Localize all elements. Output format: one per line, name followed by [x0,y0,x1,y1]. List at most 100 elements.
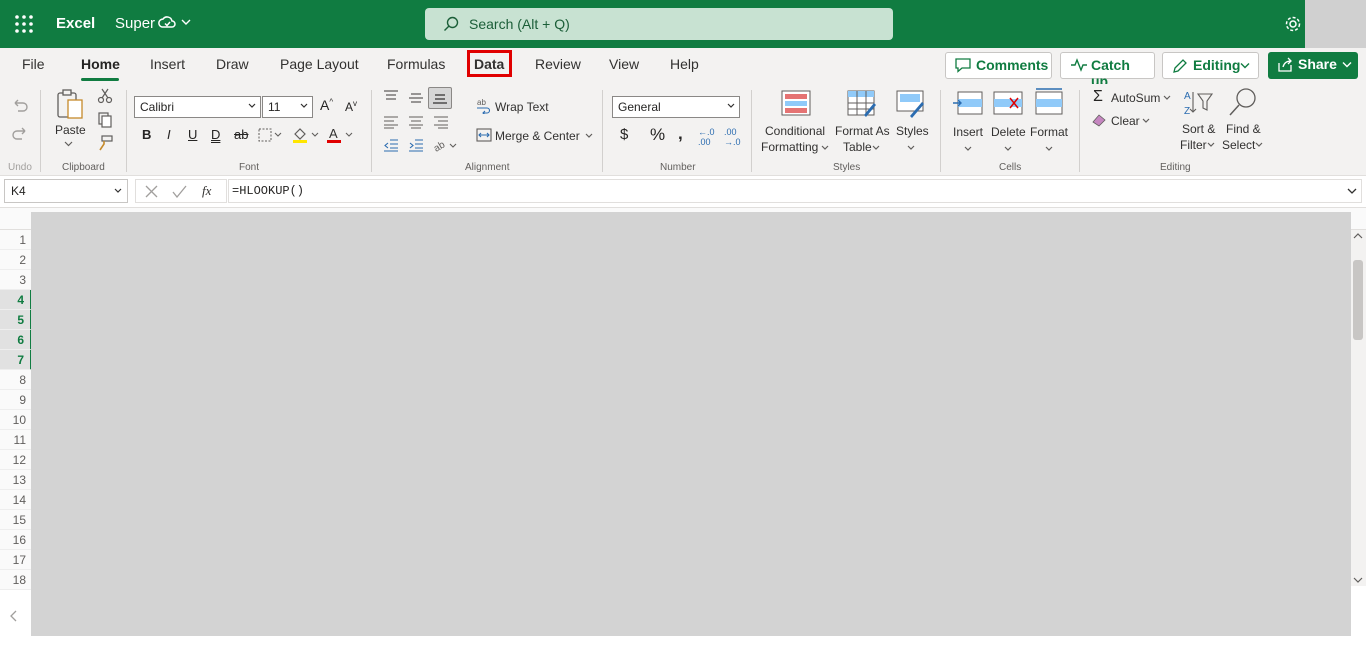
cut-icon[interactable] [97,88,113,104]
text-orientation-icon[interactable]: ab [432,137,458,153]
delete-cells-icon[interactable] [992,90,1024,116]
fill-color-icon[interactable] [292,126,322,144]
row-header[interactable]: 12 [0,450,32,470]
undo-icon[interactable] [11,96,29,114]
row-header[interactable]: 14 [0,490,32,510]
format-painter-icon[interactable] [97,135,113,151]
format-as-table-label[interactable]: Format As [835,124,890,138]
bold-icon[interactable]: B [142,127,151,142]
tab-review[interactable]: Review [535,56,581,72]
row-header[interactable]: 4 [0,290,32,310]
strikethrough-icon[interactable]: ab [234,127,248,142]
row-header[interactable]: 18 [0,570,32,590]
wrap-text-icon[interactable]: ab [476,98,492,114]
tab-help[interactable]: Help [670,56,699,72]
conditional-formatting-icon[interactable] [781,90,811,118]
chevron-down-icon[interactable] [1142,118,1150,124]
conditional-formatting-label-2[interactable]: Formatting [761,140,818,154]
row-header[interactable]: 6 [0,330,32,350]
decrease-indent-icon[interactable] [383,139,399,152]
chevron-down-icon[interactable] [64,141,73,147]
row-header[interactable]: 17 [0,550,32,570]
chevron-down-icon[interactable] [1163,95,1171,101]
comments-button[interactable]: Comments [945,52,1052,79]
row-header[interactable]: 5 [0,310,32,330]
percent-icon[interactable]: % [650,125,665,145]
delete-cells-label[interactable]: Delete [991,125,1026,139]
find-select-label[interactable]: Find & [1226,122,1261,136]
tab-formulas[interactable]: Formulas [387,56,445,72]
align-middle-icon[interactable] [408,92,424,104]
double-underline-icon[interactable]: D [211,127,220,142]
insert-cells-label[interactable]: Insert [953,125,983,139]
tab-file[interactable]: File [22,56,45,72]
document-name[interactable]: Super [115,15,155,32]
row-header[interactable]: 16 [0,530,32,550]
align-right-icon[interactable] [433,116,449,129]
expand-formula-bar-icon[interactable] [1347,188,1357,195]
redo-icon[interactable] [11,124,29,142]
chevron-down-icon[interactable] [585,133,593,139]
row-header[interactable]: 1 [0,230,32,250]
insert-function-icon[interactable]: fx [202,183,211,199]
increase-indent-icon[interactable] [408,139,424,152]
cell-styles-icon[interactable] [896,90,926,118]
app-name[interactable]: Excel [56,15,95,32]
name-box[interactable]: K4 [4,179,128,203]
format-cells-label[interactable]: Format [1030,125,1068,139]
vertical-scrollbar[interactable] [1350,230,1366,586]
eraser-icon[interactable] [1092,113,1106,127]
tab-page-layout[interactable]: Page Layout [280,56,359,72]
decrease-decimal-icon[interactable]: .00 →.0 [724,127,741,147]
italic-icon[interactable]: I [167,127,171,142]
format-as-table-icon[interactable] [847,90,877,118]
decrease-font-size-icon[interactable]: Av [345,99,357,114]
find-select-icon[interactable] [1228,86,1260,118]
find-select-label-2[interactable]: Select [1222,138,1255,152]
formula-input[interactable]: =HLOOKUP() [228,179,1362,203]
app-launcher-icon[interactable] [14,14,34,34]
scroll-up-icon[interactable] [1353,232,1363,240]
row-header[interactable]: 11 [0,430,32,450]
tab-draw[interactable]: Draw [216,56,249,72]
chevron-down-icon[interactable] [181,18,191,26]
format-as-table-label-2[interactable]: Table [843,140,872,154]
currency-icon[interactable]: $ [620,126,628,143]
editing-mode-button[interactable]: Editing [1162,52,1259,79]
paste-label[interactable]: Paste [55,123,86,137]
autosum-icon[interactable]: Σ [1093,88,1103,106]
merge-center-label[interactable]: Merge & Center [495,129,580,143]
conditional-formatting-label[interactable]: Conditional [765,124,825,138]
enter-icon[interactable] [172,185,187,198]
increase-font-size-icon[interactable]: A^ [320,97,333,113]
number-format-dropdown[interactable]: General [612,96,740,118]
share-button[interactable]: Share [1268,52,1358,79]
cell-styles-label[interactable]: Styles [896,124,929,138]
align-center-icon[interactable] [408,116,424,129]
align-left-icon[interactable] [383,116,399,129]
comma-style-icon[interactable]: , [678,124,683,144]
sort-filter-icon[interactable]: A Z [1183,88,1215,118]
row-header[interactable]: 15 [0,510,32,530]
sort-filter-label-2[interactable]: Filter [1180,138,1207,152]
cancel-icon[interactable] [145,185,158,198]
insert-cells-icon[interactable] [952,90,984,116]
catch-up-button[interactable]: Catch up [1060,52,1155,89]
row-header[interactable]: 7 [0,350,32,370]
row-header[interactable]: 2 [0,250,32,270]
scroll-thumb[interactable] [1353,260,1363,340]
merge-center-icon[interactable] [476,128,492,142]
row-header[interactable]: 10 [0,410,32,430]
autosum-label[interactable]: AutoSum [1111,91,1160,105]
scroll-down-icon[interactable] [1353,576,1363,584]
gear-icon[interactable] [1284,15,1302,33]
tab-home[interactable]: Home [81,56,120,72]
scroll-left-icon[interactable] [10,610,18,622]
align-top-icon[interactable] [383,90,399,102]
search-box[interactable]: Search (Alt + Q) [425,8,893,40]
clear-label[interactable]: Clear [1111,114,1140,128]
row-header[interactable]: 8 [0,370,32,390]
borders-icon[interactable] [258,128,284,142]
row-header[interactable]: 9 [0,390,32,410]
row-header[interactable]: 13 [0,470,32,490]
